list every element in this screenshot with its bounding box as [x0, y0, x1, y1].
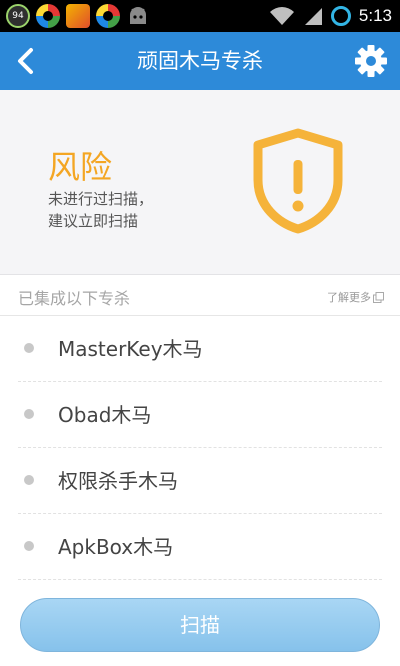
android-icon	[126, 4, 150, 28]
page-title: 顽固木马专杀	[137, 49, 263, 73]
list-item: 权限杀手木马	[18, 448, 382, 514]
list-item-label: ApkBox木马	[58, 535, 174, 559]
notification-icons: 94	[6, 4, 150, 28]
list-item: ApkBox木马	[18, 514, 382, 580]
signal-icon	[304, 8, 322, 25]
list-item: Obad木马	[18, 382, 382, 448]
risk-description: 未进行过扫描， 建议立即扫描	[48, 188, 218, 232]
bullet-dot	[24, 541, 34, 551]
risk-description-line: 未进行过扫描，	[48, 190, 154, 208]
title-bar: 顽固木马专杀	[0, 32, 400, 90]
risk-panel: 风险 未进行过扫描， 建议立即扫描	[0, 90, 400, 275]
browser-ring-icon	[96, 4, 120, 28]
section-header: 已集成以下专杀 了解更多	[0, 275, 400, 316]
section-label: 已集成以下专杀	[18, 289, 131, 308]
clock: 5:13	[358, 6, 392, 25]
list-item-label: Obad木马	[58, 403, 152, 427]
apps-icon	[66, 4, 90, 28]
list-item-label: 权限杀手木马	[58, 469, 178, 493]
badge-value: 94	[12, 11, 24, 21]
external-link-icon	[373, 291, 384, 303]
battery-badge-icon: 94	[6, 4, 30, 28]
risk-title: 风险	[48, 148, 113, 186]
risk-description-line: 建议立即扫描	[48, 212, 139, 230]
bullet-dot	[24, 409, 34, 419]
bullet-dot	[24, 343, 34, 353]
wifi-icon	[269, 7, 294, 25]
sync-icon	[330, 6, 351, 26]
warning-shield-icon	[253, 128, 343, 234]
bottom-bar: 扫描	[0, 580, 400, 666]
killer-list: MasterKey木马 Obad木马 权限杀手木马 ApkBox木马	[0, 316, 400, 580]
list-item-label: MasterKey木马	[58, 337, 203, 361]
gear-icon	[355, 45, 387, 77]
browser-ring-icon	[36, 4, 60, 28]
list-item: MasterKey木马	[18, 316, 382, 382]
learn-more-label: 了解更多	[327, 291, 371, 304]
status-bar: 94 5:13	[0, 0, 400, 32]
system-status: 5:13	[269, 0, 392, 32]
learn-more-link[interactable]: 了解更多	[327, 289, 384, 305]
scan-button[interactable]: 扫描	[20, 598, 380, 652]
bullet-dot	[24, 475, 34, 485]
settings-button[interactable]	[354, 44, 388, 78]
